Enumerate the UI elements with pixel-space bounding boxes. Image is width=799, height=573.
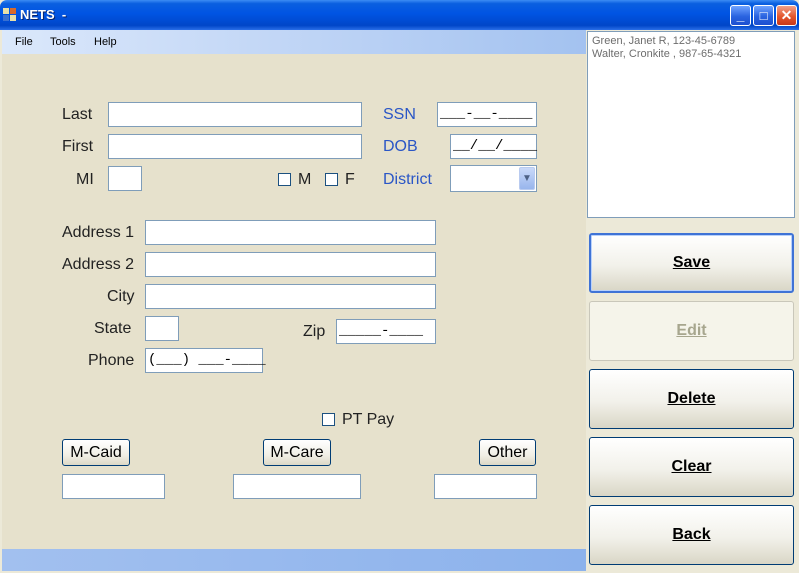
maximize-button[interactable]: □: [753, 5, 774, 26]
last-name-label: Last: [62, 106, 93, 123]
first-name-label: First: [62, 138, 94, 155]
delete-button[interactable]: Delete: [589, 369, 794, 429]
mcaid-field[interactable]: [62, 474, 165, 499]
first-name-field[interactable]: [108, 134, 362, 159]
district-select[interactable]: ▼: [450, 165, 537, 192]
dob-field[interactable]: __/__/____: [450, 134, 537, 159]
state-field[interactable]: [145, 316, 179, 341]
menu-help[interactable]: Help: [94, 36, 117, 48]
menu-file[interactable]: File: [15, 36, 33, 48]
phone-field[interactable]: (___) ___-____: [145, 348, 266, 373]
address2-label: Address 2: [62, 256, 135, 273]
city-field[interactable]: [145, 284, 436, 309]
zip-field[interactable]: _____-____: [336, 319, 436, 344]
other-field[interactable]: [434, 474, 537, 499]
last-name-field[interactable]: [108, 102, 362, 127]
address1-field[interactable]: [145, 220, 436, 245]
minimize-button[interactable]: _: [730, 5, 751, 26]
list-item[interactable]: Walter, Cronkite , 987-65-4321: [592, 48, 790, 61]
male-checkbox[interactable]: [278, 173, 291, 186]
app-icon: [3, 8, 17, 22]
phone-label: Phone: [88, 352, 135, 369]
status-bar: [2, 549, 586, 571]
mcaid-button[interactable]: M-Caid: [62, 439, 130, 466]
edit-button[interactable]: Edit: [589, 301, 794, 361]
female-label: F: [345, 171, 355, 188]
address1-label: Address 1: [62, 224, 135, 241]
form-panel: File Tools Help Last First MI M F SSN __…: [2, 30, 586, 571]
address2-field[interactable]: [145, 252, 436, 277]
clear-button[interactable]: Clear: [589, 437, 794, 497]
save-button[interactable]: Save: [589, 233, 794, 293]
window-title: NETS -: [20, 7, 67, 22]
ssn-label: SSN: [383, 106, 416, 123]
title-bar: NETS - _ □ ✕: [0, 0, 799, 30]
mi-field[interactable]: [108, 166, 142, 191]
male-label: M: [298, 171, 312, 188]
pt-pay-checkbox[interactable]: [322, 413, 335, 426]
mcare-field[interactable]: [233, 474, 361, 499]
back-button[interactable]: Back: [589, 505, 794, 565]
state-label: State: [94, 320, 132, 337]
zip-label: Zip: [303, 323, 326, 340]
list-item[interactable]: Green, Janet R, 123-45-6789: [592, 35, 790, 48]
city-label: City: [107, 288, 135, 305]
district-label: District: [383, 171, 432, 188]
menu-bar: File Tools Help: [2, 30, 586, 54]
mi-label: MI: [76, 171, 94, 188]
menu-tools[interactable]: Tools: [50, 36, 76, 48]
other-button[interactable]: Other: [479, 439, 536, 466]
people-listbox[interactable]: Green, Janet R, 123-45-6789 Walter, Cron…: [587, 31, 795, 218]
chevron-down-icon[interactable]: ▼: [519, 167, 535, 190]
close-button[interactable]: ✕: [776, 5, 797, 26]
mcare-button[interactable]: M-Care: [263, 439, 331, 466]
ssn-field[interactable]: ___-__-____: [437, 102, 537, 127]
dob-label: DOB: [383, 138, 418, 155]
pt-pay-label: PT Pay: [342, 411, 395, 428]
female-checkbox[interactable]: [325, 173, 338, 186]
